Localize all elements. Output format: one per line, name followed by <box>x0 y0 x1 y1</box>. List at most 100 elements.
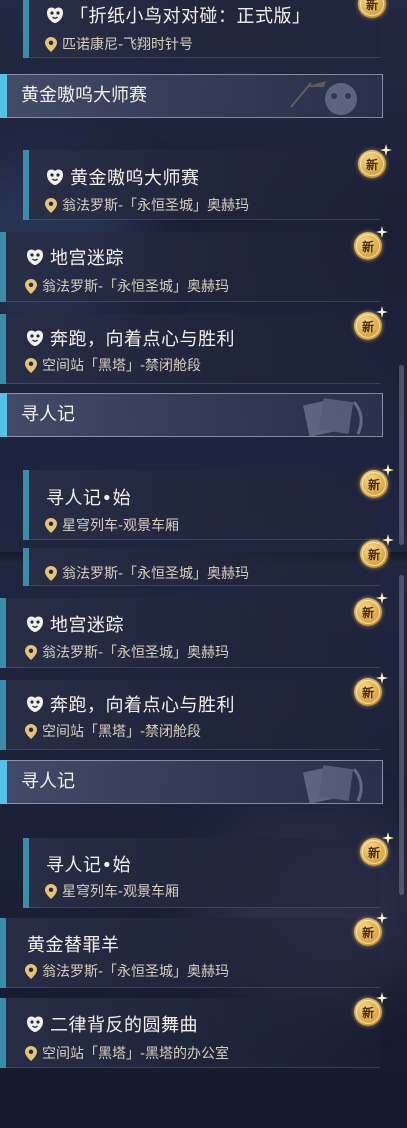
category-header-search-2[interactable]: 寻人记 <box>0 760 383 804</box>
sparkle-icon <box>376 592 388 604</box>
item-location-row: 翁法罗斯-「永恒圣城」奥赫玛 <box>45 195 249 215</box>
category-label: 寻人记 <box>21 771 75 792</box>
scrollbar[interactable] <box>399 575 404 895</box>
header-accent <box>0 74 7 118</box>
item-location-row: 空间站「黑塔」-禁闭舱段 <box>25 355 201 375</box>
item-location: 空间站「黑塔」-黑塔的办公室 <box>42 1046 230 1062</box>
item-location-row: 星穹列车-观景车厢 <box>45 515 179 535</box>
activity-item-search-start-2[interactable]: 寻人记•始 星穹列车-观景车厢 <box>0 838 380 908</box>
location-pin-icon <box>45 884 57 899</box>
item-title: 「折纸小鸟对对碰：正式版」 <box>70 6 311 27</box>
sparkle-icon <box>382 832 394 844</box>
item-location-row: 翁法罗斯-「永恒圣城」奥赫玛 <box>25 642 229 662</box>
new-badge: 新 <box>354 918 382 946</box>
sparkle-icon <box>382 464 394 476</box>
item-title: 寻人记•始 <box>46 855 132 876</box>
location-pin-icon <box>45 198 57 213</box>
sparkle-icon <box>376 226 388 238</box>
item-title: 二律背反的圆舞曲 <box>50 1015 198 1036</box>
new-badge: 新 <box>354 232 382 260</box>
activity-item-run[interactable]: 奔跑，向着点心与胜利 空间站「黑塔」-禁闭舱段 <box>0 314 380 384</box>
item-location: 空间站「黑塔」-禁闭舱段 <box>42 724 202 740</box>
category-label: 寻人记 <box>21 404 75 425</box>
item-location: 翁法罗斯-「永恒圣城」奥赫玛 <box>62 198 250 214</box>
location-pin-icon <box>45 37 57 52</box>
activity-item-origami[interactable]: 「折纸小鸟对对碰：正式版」 匹诺康尼-飞翔时针号 <box>0 0 380 58</box>
notes-art-icon <box>303 765 363 803</box>
item-location: 星穹列车-观景车厢 <box>62 884 180 900</box>
location-pin-icon <box>25 279 37 294</box>
item-title-row: 「折纸小鸟对对碰：正式版」 <box>45 2 311 28</box>
item-title: 黄金替罪羊 <box>27 935 120 956</box>
item-title-row: 二律背反的圆舞曲 <box>25 1011 198 1037</box>
new-badge: 新 <box>354 598 382 626</box>
sparkle-icon <box>382 534 394 546</box>
sparkle-icon <box>376 912 388 924</box>
item-title-row: 寻人记•始 <box>46 484 131 510</box>
activity-item-run-2[interactable]: 奔跑，向着点心与胜利 空间站「黑塔」-禁闭舱段 <box>0 680 380 750</box>
new-badge: 新 <box>360 838 388 866</box>
location-pin-icon <box>25 1046 37 1061</box>
sparkle-icon <box>376 992 388 1004</box>
item-location-row: 匹诺康尼-飞翔时针号 <box>45 34 193 54</box>
item-location-row: 翁法罗斯-「永恒圣城」奥赫玛 <box>25 276 229 296</box>
item-title: 地宫迷踪 <box>50 615 124 636</box>
paw-icon <box>45 6 65 24</box>
item-location-row: 星穹列车-观景车厢 <box>45 881 179 901</box>
new-badge: 新 <box>354 312 382 340</box>
notes-art-icon <box>303 398 363 436</box>
activity-item-gold-master[interactable]: 黄金嗷呜大师赛 翁法罗斯-「永恒圣城」奥赫玛 <box>0 150 380 220</box>
activity-item-waltz[interactable]: 二律背反的圆舞曲 空间站「黑塔」-黑塔的办公室 <box>0 998 380 1068</box>
paw-icon <box>25 615 45 633</box>
item-location-row: 空间站「黑塔」-黑塔的办公室 <box>25 1043 229 1063</box>
item-title-row: 地宫迷踪 <box>25 244 124 270</box>
paw-icon <box>25 1015 45 1033</box>
item-title: 奔跑，向着点心与胜利 <box>50 695 235 716</box>
item-location: 翁法罗斯-「永恒圣城」奥赫玛 <box>42 279 230 295</box>
paw-icon <box>25 248 45 266</box>
item-location-row: 空间站「黑塔」-禁闭舱段 <box>25 721 201 741</box>
item-title-row: 地宫迷踪 <box>25 611 124 637</box>
location-pin-icon <box>45 566 57 581</box>
activity-item-partial[interactable]: 翁法罗斯-「永恒圣城」奥赫玛 <box>0 548 380 586</box>
new-badge: 新 <box>354 678 382 706</box>
location-pin-icon <box>45 518 57 533</box>
paw-icon <box>25 329 45 347</box>
paw-icon <box>25 695 45 713</box>
item-location: 翁法罗斯-「永恒圣城」奥赫玛 <box>42 964 230 980</box>
activity-item-dungeon-2[interactable]: 地宫迷踪 翁法罗斯-「永恒圣城」奥赫玛 <box>0 598 380 668</box>
item-title-row: 黄金嗷呜大师赛 <box>45 164 200 190</box>
item-location-row: 翁法罗斯-「永恒圣城」奥赫玛 <box>45 563 249 583</box>
category-header-gold-master[interactable]: 黄金嗷呜大师赛 <box>0 74 383 118</box>
item-location: 匹诺康尼-飞翔时针号 <box>62 37 194 53</box>
location-pin-icon <box>25 358 37 373</box>
item-location: 翁法罗斯-「永恒圣城」奥赫玛 <box>42 645 230 661</box>
item-location-row: 翁法罗斯-「永恒圣城」奥赫玛 <box>25 961 229 981</box>
new-badge: 新 <box>360 470 388 498</box>
category-header-search[interactable]: 寻人记 <box>0 393 383 437</box>
mascot-art-icon <box>290 81 357 115</box>
item-location: 空间站「黑塔」-禁闭舱段 <box>42 358 202 374</box>
item-title: 黄金嗷呜大师赛 <box>70 168 200 189</box>
item-title: 地宫迷踪 <box>50 248 124 269</box>
activity-item-dungeon[interactable]: 地宫迷踪 翁法罗斯-「永恒圣城」奥赫玛 <box>0 232 380 302</box>
location-pin-icon <box>25 645 37 660</box>
item-title: 奔跑，向着点心与胜利 <box>50 329 235 350</box>
sparkle-icon <box>376 672 388 684</box>
item-title-row: 奔跑，向着点心与胜利 <box>25 325 235 351</box>
paw-icon <box>45 168 65 186</box>
item-title: 寻人记•始 <box>46 488 132 509</box>
item-location: 星穹列车-观景车厢 <box>62 518 180 534</box>
location-pin-icon <box>25 724 37 739</box>
sparkle-icon <box>380 144 392 156</box>
activity-item-scapegoat[interactable]: 黄金替罪羊 翁法罗斯-「永恒圣城」奥赫玛 <box>0 918 380 988</box>
item-title-row: 奔跑，向着点心与胜利 <box>25 691 235 717</box>
header-accent <box>0 393 7 437</box>
activity-item-search-start[interactable]: 寻人记•始 星穹列车-观景车厢 <box>0 470 380 540</box>
header-accent <box>0 760 7 804</box>
new-badge: 新 <box>354 998 382 1026</box>
item-title-row: 黄金替罪羊 <box>27 931 120 957</box>
scrollbar[interactable] <box>399 365 404 545</box>
item-title-row: 寻人记•始 <box>46 851 131 877</box>
new-badge: 新 <box>358 150 386 178</box>
